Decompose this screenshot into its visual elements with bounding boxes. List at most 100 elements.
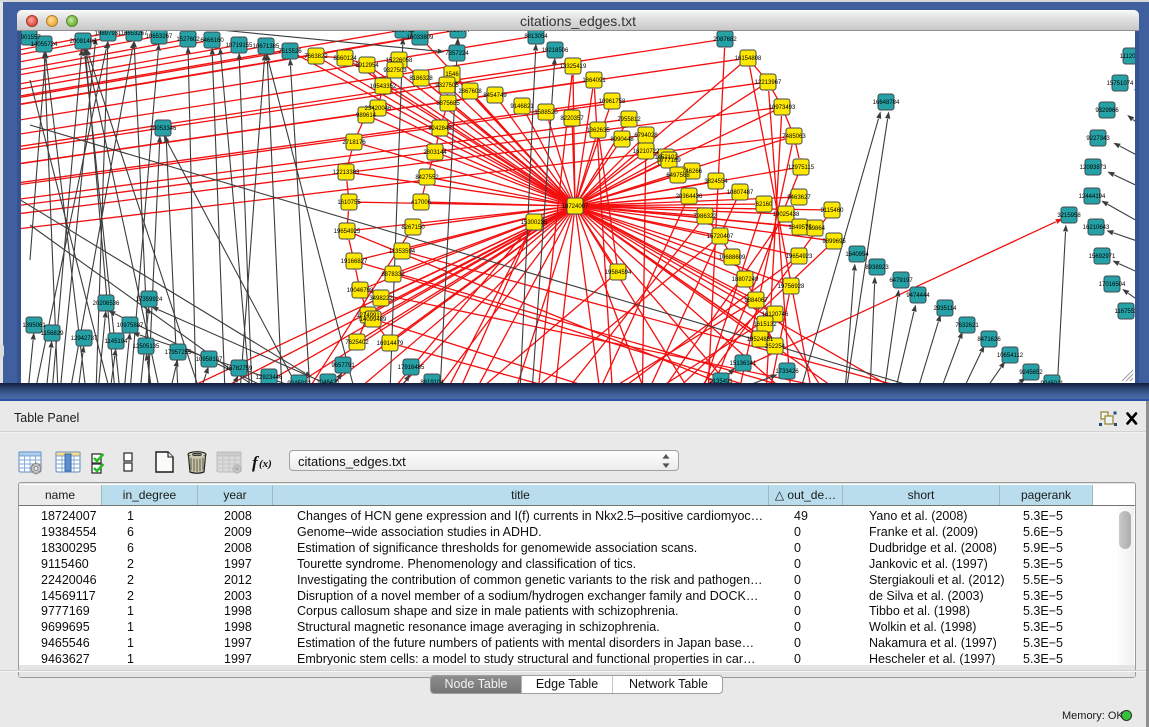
svg-text:19584594: 19584594	[605, 270, 632, 276]
svg-text:252254: 252254	[765, 344, 786, 350]
svg-text:8613074: 8613074	[446, 31, 470, 34]
svg-text:6479197: 6479197	[889, 278, 913, 284]
svg-text:2867608: 2867608	[458, 89, 482, 95]
svg-text:8471626: 8471626	[977, 337, 1001, 343]
svg-text:1145194: 1145194	[105, 339, 129, 345]
svg-text:15300235: 15300235	[521, 220, 548, 226]
svg-text:759864: 759864	[805, 226, 826, 232]
svg-text:12093873: 12093873	[1080, 165, 1107, 171]
svg-text:10025438: 10025438	[773, 212, 800, 218]
svg-text:7515526: 7515526	[278, 49, 302, 55]
svg-text:17957255: 17957255	[165, 350, 192, 356]
svg-text:11353594: 11353594	[389, 249, 416, 255]
svg-text:19756928: 19756928	[778, 284, 805, 290]
svg-text:1901557: 1901557	[21, 35, 41, 41]
svg-text:6466160: 6466160	[200, 38, 224, 44]
svg-text:20053346: 20053346	[150, 126, 177, 132]
svg-text:9463627: 9463627	[787, 195, 811, 201]
svg-text:10653267: 10653267	[146, 34, 173, 40]
svg-text:10688609: 10688609	[719, 255, 746, 261]
svg-text:1527602: 1527602	[176, 37, 200, 43]
svg-text:9327505: 9327505	[435, 83, 459, 89]
svg-text:1588520: 1588520	[534, 110, 558, 116]
svg-text:9327503: 9327503	[383, 68, 407, 74]
svg-text:8990448: 8990448	[610, 137, 634, 143]
svg-text:9777169: 9777169	[657, 158, 681, 164]
svg-text:9242848: 9242848	[428, 126, 452, 132]
svg-text:2718176: 2718176	[342, 140, 366, 146]
svg-text:6794028: 6794028	[634, 133, 658, 139]
svg-text:1893752: 1893752	[391, 31, 415, 34]
svg-text:9899695: 9899695	[822, 239, 846, 245]
svg-text:8813054: 8813054	[524, 34, 548, 40]
svg-text:18807249: 18807249	[732, 277, 759, 283]
svg-text:16914479: 16914479	[377, 341, 404, 347]
svg-text:8427552: 8427552	[415, 175, 439, 181]
svg-text:417006: 417006	[411, 200, 432, 206]
svg-text:20091406: 20091406	[70, 39, 97, 45]
svg-text:15136141: 15136141	[730, 361, 757, 367]
svg-text:8912954: 8912954	[355, 63, 379, 69]
svg-text:9227343: 9227343	[1086, 136, 1110, 142]
svg-text:1864091: 1864091	[582, 78, 606, 84]
svg-text:16210643: 16210643	[1083, 225, 1110, 231]
svg-text:1546: 1546	[445, 72, 459, 78]
svg-text:10654112: 10654112	[997, 353, 1024, 359]
svg-text:23420046: 23420046	[365, 106, 392, 112]
svg-text:7663822: 7663822	[304, 54, 328, 60]
svg-text:12505135: 12505135	[133, 344, 160, 350]
svg-text:12975115: 12975115	[788, 165, 815, 171]
svg-text:16033809: 16033809	[407, 35, 434, 41]
svg-text:7955812: 7955812	[617, 117, 641, 123]
svg-text:10961758: 10961758	[599, 99, 626, 105]
svg-text:9245652: 9245652	[1019, 370, 1043, 376]
svg-text:9146821: 9146821	[510, 104, 534, 110]
svg-text:2803144: 2803144	[423, 150, 447, 156]
svg-text:17916485: 17916485	[398, 365, 425, 371]
svg-text:989614: 989614	[356, 113, 377, 119]
svg-text:16120746: 16120746	[762, 312, 789, 318]
svg-text:9657791: 9657791	[331, 363, 355, 369]
svg-text:19524851: 19524851	[747, 337, 774, 343]
svg-text:16782759: 16782759	[226, 366, 253, 372]
svg-text:16154808: 16154808	[735, 56, 762, 62]
svg-text:10973493: 10973493	[769, 105, 796, 111]
svg-text:19654925: 19654925	[334, 229, 361, 235]
svg-text:6497568: 6497568	[666, 173, 690, 179]
svg-text:3824554: 3824554	[704, 179, 728, 185]
svg-text:7485063: 7485063	[782, 134, 806, 140]
svg-text:12213967: 12213967	[755, 80, 782, 86]
svg-text:19897931: 19897931	[95, 31, 122, 37]
svg-text:62160: 62160	[756, 202, 773, 208]
svg-text:8938923: 8938923	[865, 265, 889, 271]
svg-text:10671385: 10671385	[253, 44, 280, 50]
svg-text:19166827: 19166827	[341, 259, 368, 265]
svg-text:10975887: 10975887	[117, 323, 144, 329]
svg-text:8454749: 8454749	[483, 93, 507, 99]
svg-text:2935114: 2935114	[934, 306, 958, 312]
svg-text:8878332: 8878332	[381, 272, 405, 278]
svg-text:14055724: 14055724	[31, 42, 58, 48]
svg-text:1615132: 1615132	[753, 322, 777, 328]
svg-text:(x): (x)	[259, 458, 272, 470]
svg-text:12444194: 12444194	[1079, 194, 1106, 200]
svg-text:10807487: 10807487	[727, 190, 754, 196]
svg-text:15720407: 15720407	[707, 234, 734, 240]
svg-text:3215958: 3215958	[1057, 213, 1081, 219]
svg-text:20364436: 20364436	[676, 194, 703, 200]
svg-text:12923446: 12923446	[256, 375, 283, 381]
svg-text:16648784: 16648784	[873, 100, 900, 106]
svg-text:7986322: 7986322	[693, 214, 717, 220]
svg-text:15226058: 15226058	[386, 58, 413, 64]
svg-text:1733426: 1733426	[775, 369, 799, 375]
svg-text:9474444: 9474444	[906, 293, 930, 299]
svg-text:8267150: 8267150	[401, 225, 425, 231]
svg-text:19654923: 19654923	[786, 254, 813, 260]
svg-text:18724007: 18724007	[562, 204, 589, 210]
svg-text:15751074: 15751074	[1107, 81, 1134, 87]
svg-text:12213383: 12213383	[333, 170, 360, 176]
svg-text:10719155: 10719155	[226, 43, 253, 49]
svg-text:17359924: 17359924	[136, 297, 163, 303]
svg-text:1362635: 1362635	[586, 128, 610, 134]
svg-text:1167553: 1167553	[1115, 309, 1135, 315]
